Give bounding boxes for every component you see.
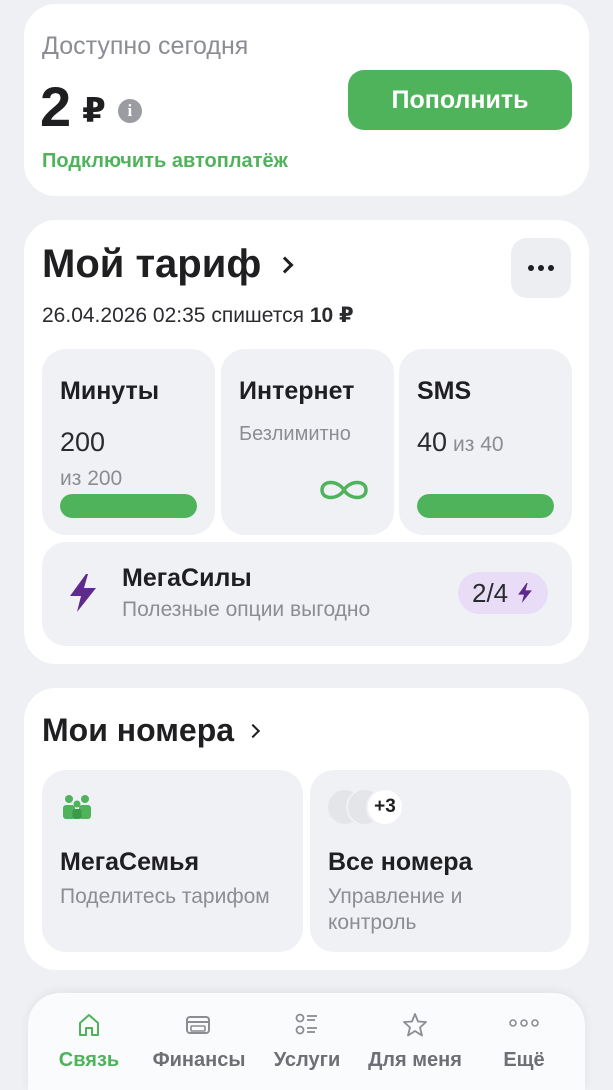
- bottom-navigation: Связь Финансы Услуги Для меня Ещё: [28, 993, 585, 1090]
- chevron-right-icon: [245, 723, 261, 738]
- minutes-value: 200: [60, 427, 106, 457]
- nav-label: Связь: [58, 1049, 120, 1071]
- numbers-card: Мои номера МегаСемья Поделитесь тарифом …: [24, 688, 589, 970]
- balance-card: Доступно сегодня 2 ₽ i Пополнить Подключ…: [24, 4, 589, 196]
- numbers-title: Мои номера: [42, 712, 235, 748]
- nav-item-svyaz[interactable]: Связь: [31, 1011, 147, 1072]
- megafamily-subtitle: Поделитесь тарифом: [60, 885, 270, 908]
- balance-currency: ₽: [82, 91, 106, 130]
- chevron-right-icon: [276, 256, 294, 273]
- numbers-title-link[interactable]: Мои номера: [42, 712, 261, 749]
- star-icon: [403, 1013, 427, 1037]
- megasily-count: 2/4: [472, 577, 509, 608]
- sms-progress-bar: [417, 494, 554, 518]
- list-icon: [295, 1013, 317, 1035]
- family-icon: [63, 795, 91, 819]
- megasily-title: МегаСилы: [122, 564, 252, 592]
- balance-caption: Доступно сегодня: [42, 32, 249, 60]
- sms-value-row: 40 из 40: [417, 427, 504, 458]
- internet-title: Интернет: [239, 377, 355, 405]
- dot-icon: [538, 265, 544, 271]
- nav-item-more[interactable]: Ещё: [466, 1011, 582, 1072]
- balance-value: 2: [40, 75, 71, 138]
- home-icon: [79, 1014, 99, 1036]
- autopay-link[interactable]: Подключить автоплатёж: [42, 150, 288, 173]
- card-icon: [186, 1016, 210, 1034]
- info-icon[interactable]: i: [117, 98, 142, 123]
- megasily-row[interactable]: МегаСилы Полезные опции выгодно 2/4: [42, 542, 572, 646]
- sms-package[interactable]: SMS 40 из 40: [399, 349, 572, 535]
- minutes-package[interactable]: Минуты 200 из 200: [42, 349, 215, 535]
- topup-button[interactable]: Пополнить: [348, 70, 572, 130]
- all-numbers-subtitle: Управление и контроль: [328, 885, 463, 934]
- sms-title: SMS: [417, 377, 472, 405]
- nav-item-for-me[interactable]: Для меня: [357, 1011, 473, 1072]
- sms-progress-fill: [417, 494, 554, 518]
- balance-amount: 2 ₽ i: [40, 74, 142, 139]
- minutes-title: Минуты: [60, 377, 160, 405]
- tariff-title: Мой тариф: [42, 242, 262, 286]
- nav-label: Ещё: [503, 1049, 545, 1071]
- tariff-card: Мой тариф 26.04.2026 02:35 спишется 10 ₽…: [24, 220, 589, 664]
- avatar-more-count: +3: [366, 788, 404, 826]
- lightning-icon: [518, 582, 533, 604]
- internet-value: Безлимитно: [239, 423, 351, 445]
- charge-date: 26.04.2026 02:35 спишется: [42, 304, 305, 327]
- charge-amount: 10 ₽: [309, 304, 354, 327]
- megafamily-tile[interactable]: МегаСемья Поделитесь тарифом: [42, 770, 303, 952]
- nav-label: Финансы: [152, 1049, 246, 1071]
- all-numbers-title: Все номера: [328, 848, 473, 876]
- sms-total: из 40: [453, 433, 504, 456]
- infinity-icon: [320, 480, 368, 500]
- internet-package[interactable]: Интернет Безлимитно: [221, 349, 394, 535]
- minutes-total: из 200: [60, 467, 123, 490]
- sms-value: 40: [417, 427, 448, 457]
- megasily-subtitle: Полезные опции выгодно: [122, 598, 371, 621]
- nav-label: Услуги: [273, 1049, 341, 1071]
- nav-item-finance[interactable]: Финансы: [141, 1011, 257, 1072]
- tariff-charge-info: 26.04.2026 02:35 спишется 10 ₽: [42, 303, 354, 328]
- more-options-button[interactable]: [511, 238, 571, 298]
- tariff-title-link[interactable]: Мой тариф: [42, 242, 294, 287]
- more-icon: [509, 1019, 539, 1027]
- lightning-icon: [70, 574, 96, 612]
- nav-item-services[interactable]: Услуги: [249, 1011, 365, 1072]
- minutes-progress-fill: [60, 494, 197, 518]
- megasily-badge: 2/4: [458, 572, 549, 614]
- dot-icon: [548, 265, 554, 271]
- dot-icon: [528, 265, 534, 271]
- megafamily-title: МегаСемья: [60, 848, 200, 876]
- nav-label: Для меня: [368, 1049, 462, 1071]
- all-numbers-tile[interactable]: +3 Все номера Управление и контроль: [310, 770, 571, 952]
- minutes-progress-bar: [60, 494, 197, 518]
